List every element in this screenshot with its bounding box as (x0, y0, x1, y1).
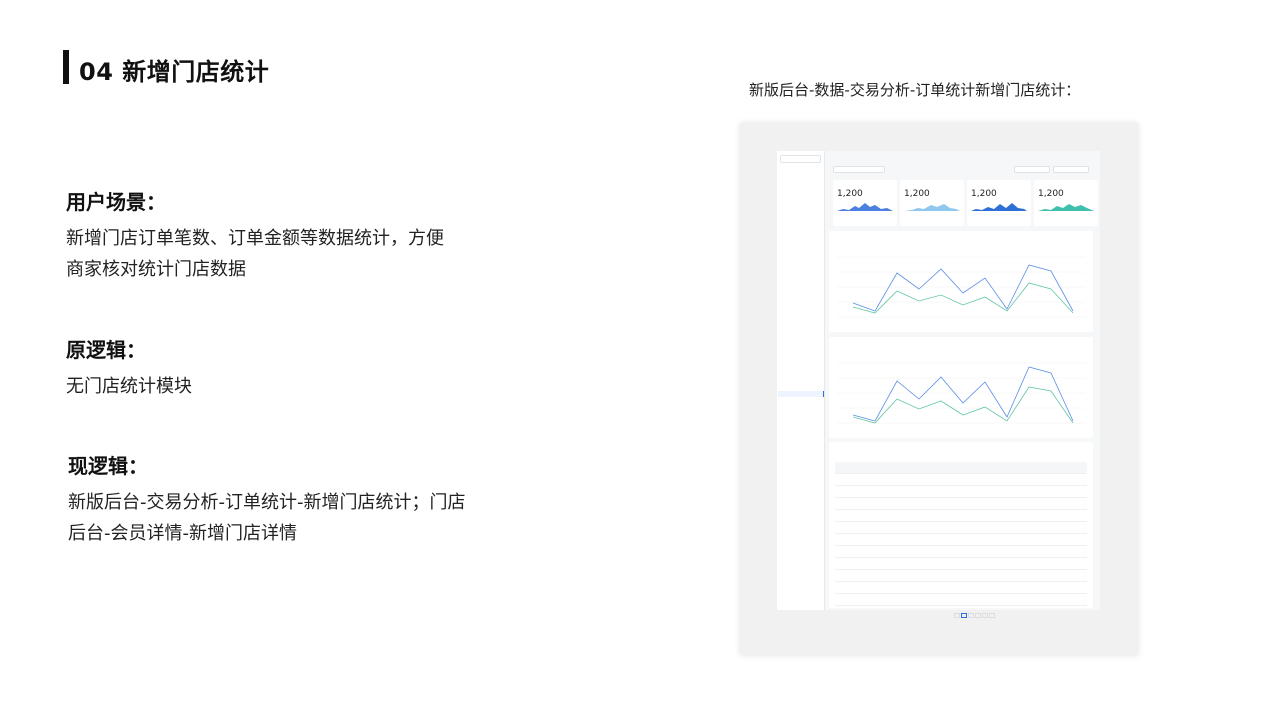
section-line: 新版后台-交易分析-订单统计-新增门店统计；门店 (68, 492, 466, 513)
pager-prev (954, 613, 960, 618)
store-detail-table (835, 462, 1087, 606)
section-line: 后台-会员详情-新增门店详情 (68, 523, 297, 544)
table-row (835, 474, 1087, 486)
section-old-logic: 原逻辑： 无门店统计模块 (66, 334, 192, 402)
table-row (835, 510, 1087, 522)
embedded-dashboard-screenshot: 1,200 1,200 1,200 1,200 (777, 151, 1100, 618)
section-user-scenario: 用户场景： 新增门店订单笔数、订单金额等数据统计，方便 商家核对统计门店数据 (66, 186, 444, 285)
section-new-logic: 现逻辑： 新版后台-交易分析-订单统计-新增门店统计；门店 后台-会员详情-新增… (68, 450, 465, 549)
amount-line-chart (837, 362, 1085, 424)
kpi-sparkline (837, 203, 893, 211)
kpi-value: 1,200 (1038, 189, 1064, 199)
mini-store-select (833, 166, 885, 173)
section-line: 无门店统计模块 (66, 376, 192, 397)
pager-page (968, 613, 974, 618)
mini-date-select (1053, 166, 1089, 173)
kpi-card: 1,200 (967, 180, 1031, 226)
store-detail-panel (829, 442, 1093, 618)
mini-search-box (780, 155, 821, 163)
kpi-card: 1,200 (900, 180, 964, 226)
trend-line-chart (837, 256, 1085, 318)
table-row (835, 570, 1087, 582)
section-line: 新增门店订单笔数、订单金额等数据统计，方便 (66, 228, 444, 249)
section-heading: 用户场景： (66, 190, 166, 214)
trend-chart-panel (829, 231, 1093, 332)
kpi-sparkline (971, 203, 1027, 211)
title-accent-bar (63, 50, 69, 84)
table-row (835, 486, 1087, 498)
kpi-value: 1,200 (904, 189, 930, 199)
screenshot-frame: 1,200 1,200 1,200 1,200 (740, 123, 1138, 655)
mini-pagination (954, 613, 996, 619)
table-row (835, 582, 1087, 594)
pager-next (989, 613, 995, 618)
table-row (835, 534, 1087, 546)
table-row (835, 594, 1087, 606)
kpi-value: 1,200 (837, 189, 863, 199)
screenshot-caption: 新版后台-数据-交易分析-订单统计新增门店统计： (749, 81, 1081, 99)
pager-page (961, 613, 967, 618)
pager-page (982, 613, 988, 618)
kpi-card: 1,200 (833, 180, 897, 226)
kpi-card: 1,200 (1034, 180, 1098, 226)
amount-chart-panel (829, 337, 1093, 438)
section-heading: 现逻辑： (68, 454, 148, 478)
table-row (835, 498, 1087, 510)
table-row (835, 558, 1087, 570)
kpi-sparkline (1038, 204, 1094, 211)
page-title: 04 新增门店统计 (79, 58, 270, 86)
mini-nav-item-active (778, 391, 824, 397)
table-row (835, 522, 1087, 534)
section-line: 商家核对统计门店数据 (66, 259, 246, 280)
mini-range-select (1014, 166, 1050, 173)
pager-page (975, 613, 981, 618)
kpi-value: 1,200 (971, 189, 997, 199)
section-heading: 原逻辑： (66, 338, 146, 362)
mini-main: 1,200 1,200 1,200 1,200 (829, 151, 1100, 618)
mini-sidebar (777, 151, 825, 610)
kpi-sparkline (904, 204, 960, 211)
table-row (835, 546, 1087, 558)
table-header-row (835, 462, 1087, 474)
